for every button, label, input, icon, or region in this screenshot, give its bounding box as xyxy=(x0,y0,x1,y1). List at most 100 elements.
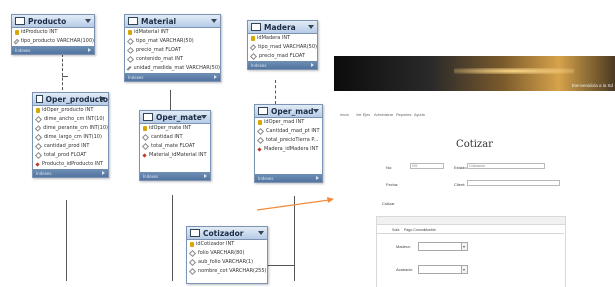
table-oper-mad[interactable]: Oper_mad idOper_mad INT Cantidad_mad_pt … xyxy=(254,104,323,183)
column-icon xyxy=(249,44,257,51)
brand-text: Bienvenido/a a la Sd xyxy=(571,83,613,88)
column-row: unidad_medida_mat VARCHAR(50) xyxy=(125,64,220,73)
column-row: idOper_mate INT xyxy=(140,124,210,133)
collapse-arrow-icon[interactable] xyxy=(201,115,207,119)
primary-key-icon xyxy=(128,30,132,35)
collapse-arrow-icon[interactable] xyxy=(308,25,314,29)
column-row: idOper_producto INT xyxy=(33,106,108,115)
table-icon xyxy=(190,229,200,237)
estado-label: Estado: xyxy=(454,165,468,170)
relation-line xyxy=(62,54,63,90)
column-row: Cantidad_mad_pt INT xyxy=(255,127,322,136)
table-header[interactable]: Material xyxy=(125,15,220,28)
column-row: dime_largo_cm INT(10) xyxy=(33,133,108,142)
tab-mueble[interactable]: Mueble xyxy=(424,228,436,232)
dropdown-arrow-icon[interactable] xyxy=(461,243,467,250)
nav-item-ver-ejes[interactable]: Ver Ejes xyxy=(356,113,370,117)
table-madera[interactable]: Madera idMadera INT tipo_mad VARCHAR(50)… xyxy=(247,20,318,70)
table-header[interactable]: Oper_producto xyxy=(33,93,108,106)
foreign-key-icon xyxy=(142,153,147,158)
indexes-footer[interactable]: Indexes xyxy=(12,46,94,54)
collapse-arrow-icon[interactable] xyxy=(99,97,105,101)
tab-pago-comun[interactable]: Pago Comun xyxy=(404,228,425,232)
expand-arrow-icon[interactable] xyxy=(204,174,207,178)
table-icon xyxy=(258,107,268,115)
foreign-key-icon xyxy=(35,162,40,167)
column-icon xyxy=(126,46,135,55)
table-oper-mate[interactable]: Oper_mate idOper_mate INT cantidad INT t… xyxy=(139,110,211,181)
cliente-input[interactable] xyxy=(467,180,560,186)
tab-sofa[interactable]: Sofa xyxy=(392,228,399,232)
orange-arrow-icon xyxy=(256,197,334,211)
expand-arrow-icon[interactable] xyxy=(316,176,319,180)
table-header[interactable]: Cotizador xyxy=(187,227,267,240)
column-row: cantidad INT xyxy=(140,133,210,142)
acabado-select[interactable] xyxy=(418,265,468,274)
column-row: idOper_mad INT xyxy=(255,118,322,127)
table-header[interactable]: Oper_mad xyxy=(255,105,322,118)
nav-item-reportes[interactable]: Reportes xyxy=(396,113,411,117)
table-icon xyxy=(251,23,261,31)
app-window: Bienvenido/a a la Sd Inicio Ver Ejes Adm… xyxy=(334,56,615,287)
table-icon xyxy=(36,95,43,103)
expand-arrow-icon[interactable] xyxy=(214,75,217,79)
nav-item-inicio[interactable]: Inicio xyxy=(340,113,349,117)
column-icon xyxy=(34,125,42,132)
dropdown-arrow-icon[interactable] xyxy=(461,266,467,273)
column-row: Producto_idProducto INT xyxy=(33,160,108,169)
collapse-arrow-icon[interactable] xyxy=(85,19,91,23)
primary-key-icon xyxy=(143,126,147,131)
er-diagram: Producto idProducto INT tipo_producto VA… xyxy=(0,0,330,284)
indexes-footer[interactable]: Indexes xyxy=(248,61,317,69)
relation-line xyxy=(66,200,67,281)
nav-item-ayuda[interactable]: Ayuda xyxy=(414,113,425,117)
table-icon xyxy=(128,17,138,25)
expand-arrow-icon[interactable] xyxy=(102,171,105,175)
table-header[interactable]: Madera xyxy=(248,21,317,34)
column-row: total_prod FLOAT xyxy=(33,151,108,160)
table-oper-producto[interactable]: Oper_producto idOper_producto INT dime_a… xyxy=(32,92,109,178)
table-producto[interactable]: Producto idProducto INT tipo_producto VA… xyxy=(11,14,95,55)
column-icon xyxy=(126,65,132,72)
table-name: Madera xyxy=(264,22,296,32)
indexes-footer[interactable]: Indexes xyxy=(33,169,108,177)
nav-item-administrar[interactable]: Administrar xyxy=(374,113,393,117)
column-icon xyxy=(141,133,150,142)
column-row: precio_mat FLOAT xyxy=(125,46,220,55)
column-row: idCotizador INT xyxy=(187,240,267,249)
no-label: No: xyxy=(386,165,393,170)
table-name: Oper_mad xyxy=(271,106,314,116)
relation-line xyxy=(62,76,68,77)
banner-glow xyxy=(454,68,574,74)
table-header[interactable]: Oper_mate xyxy=(140,111,210,124)
estado-input[interactable]: Cotizacion xyxy=(467,163,545,169)
collapse-arrow-icon[interactable] xyxy=(211,19,217,23)
indexes-footer[interactable]: Indexes xyxy=(125,73,220,81)
primary-key-icon xyxy=(36,108,40,113)
table-name: Cotizador xyxy=(203,228,244,238)
fecha-label: Fecha: xyxy=(386,182,399,187)
top-navigation: Inicio Ver Ejes Administrar Reportes Ayu… xyxy=(334,109,615,119)
column-icon xyxy=(141,142,150,151)
indexes-footer[interactable]: Indexes xyxy=(255,174,322,182)
collapse-arrow-icon[interactable] xyxy=(313,109,319,113)
column-row: dime_ancho_cm INT(10) xyxy=(33,115,108,124)
no-input[interactable]: 001 xyxy=(410,163,444,169)
table-header[interactable]: Producto xyxy=(12,15,94,28)
column-icon xyxy=(188,267,197,276)
column-row: idMadera INT xyxy=(248,34,317,43)
relation-line xyxy=(275,80,276,104)
madera-select[interactable] xyxy=(418,242,468,251)
expand-arrow-icon[interactable] xyxy=(88,48,91,52)
table-material[interactable]: Material idMaterial INT tipo_mat VARCHAR… xyxy=(124,14,221,82)
page-title: Cotizar xyxy=(456,139,493,150)
table-cotizador[interactable]: Cotizador idCotizador INT folio VARCHAR(… xyxy=(186,226,268,284)
indexes-footer[interactable]: Indexes xyxy=(140,172,210,180)
column-row: total_mate FLOAT xyxy=(140,142,210,151)
cotizar-button[interactable]: Cotizar xyxy=(382,201,395,206)
expand-arrow-icon[interactable] xyxy=(311,63,314,67)
collapse-arrow-icon[interactable] xyxy=(258,231,264,235)
relation-line xyxy=(170,90,171,110)
primary-key-icon xyxy=(190,242,194,247)
column-row: tipo_mat VARCHAR(50) xyxy=(125,37,220,46)
